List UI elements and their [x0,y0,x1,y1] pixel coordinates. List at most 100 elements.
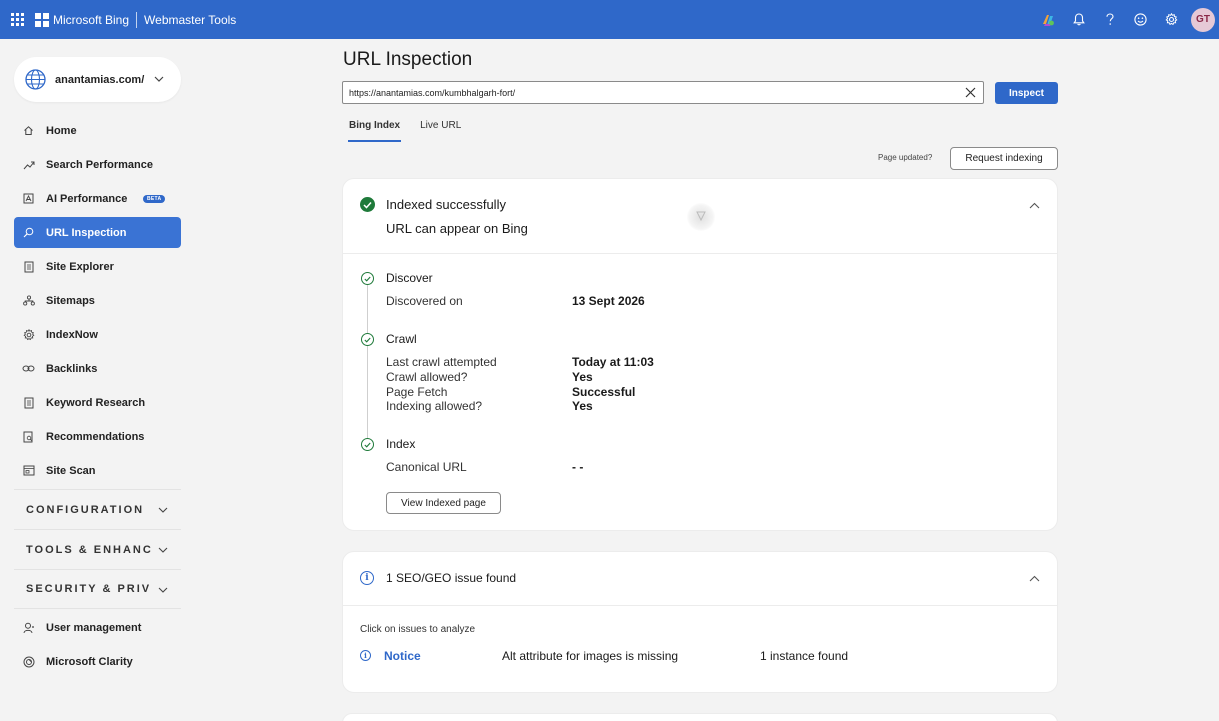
copilot-icon[interactable] [1032,0,1063,39]
sidebar-item-url-inspection[interactable]: URL Inspection [14,217,181,248]
sidebar-section-label: SECURITY & PRIV [26,583,152,595]
sidebar-item-label: Recommendations [46,430,145,443]
app-launcher-icon[interactable] [11,12,25,27]
detail-value: Successful [572,385,636,399]
detail-key: Crawl allowed? [386,370,468,384]
search-icon [22,226,35,239]
url-input[interactable]: https://anantamias.com/kumbhalgarh-fort/ [342,81,984,104]
sidebar-item-sitemaps[interactable]: Sitemaps [14,285,181,316]
brand-name[interactable]: Microsoft Bing [53,13,129,27]
issues-header: i 1 SEO/GEO issue found [360,571,516,585]
sidebar-item-label: User management [46,621,142,634]
status-title: Indexed successfully [386,197,506,212]
document-icon [22,260,35,273]
request-indexing-button[interactable]: Request indexing [950,147,1058,170]
detail-key: Indexing allowed? [386,399,483,413]
microsoft-logo-icon [35,12,49,27]
sidebar-item-keyword-research[interactable]: Keyword Research [14,387,181,418]
sidebar-item-home[interactable]: Home [14,115,181,146]
issues-note: Click on issues to analyze [360,624,476,635]
chevron-down-icon[interactable] [153,73,165,85]
bell-icon[interactable] [1063,0,1094,39]
ai-icon [22,192,35,205]
inspection-tabs: Bing Index Live URL [348,116,480,142]
view-indexed-page-button[interactable]: View Indexed page [386,492,501,514]
sidebar-section-label: CONFIGURATION [26,503,145,516]
avatar[interactable]: GT [1191,7,1215,32]
sidebar-item-site-scan[interactable]: Site Scan [14,455,181,486]
sidebar-item-indexnow[interactable]: IndexNow [14,319,181,350]
scan-icon [22,464,35,477]
status-subtitle: URL can appear on Bing [386,221,528,236]
next-card [342,713,1058,721]
sidebar-item-label: Sitemaps [46,294,95,307]
gear-icon [22,328,35,341]
user-icon [22,621,35,634]
globe-icon [25,69,46,90]
page-title: URL Inspection [343,49,473,70]
index-status-card: Indexed successfully URL can appear on B… [342,178,1058,531]
site-selector[interactable]: anantamias.com/ [14,57,181,102]
tab-bing-index[interactable]: Bing Index [348,116,402,142]
status-header: Indexed successfully [360,197,506,212]
brand-divider [136,11,138,28]
sidebar-section-configuration[interactable]: CONFIGURATION [14,489,181,529]
sidebar-item-label: Site Scan [46,464,96,477]
card-divider [343,253,1057,254]
trend-icon [22,158,35,171]
help-icon[interactable] [1094,0,1125,39]
sidebar-item-recommendations[interactable]: Recommendations [14,421,181,452]
home-icon [22,124,35,137]
sidebar-section-security[interactable]: SECURITY & PRIV [14,569,181,609]
detail-value: Today at 11:03 [572,355,654,369]
gear-icon[interactable] [1156,0,1187,39]
sidebar-section-tools[interactable]: TOOLS & ENHANC [14,529,181,569]
step-title-index: Index [386,437,416,451]
detail-key: Canonical URL [386,460,467,474]
inspect-button[interactable]: Inspect [995,82,1058,104]
sitemap-icon [22,294,35,307]
sidebar-nav: Home Search Performance AI Performance B… [14,115,181,680]
info-icon: i [360,571,374,585]
detail-key: Discovered on [386,294,463,308]
seo-issues-card: i 1 SEO/GEO issue found Click on issues … [342,551,1058,693]
chevron-up-icon[interactable] [1028,572,1041,585]
issue-level: Notice [384,649,421,663]
sidebar-item-backlinks[interactable]: Backlinks [14,353,181,384]
chevron-down-icon [158,587,168,593]
sidebar-item-label: Keyword Research [46,396,146,409]
issue-row[interactable]: i Notice Alt attribute for images is mis… [360,649,1040,665]
product-name[interactable]: Webmaster Tools [144,13,236,27]
sidebar-item-label: URL Inspection [46,226,127,239]
info-icon: i [360,650,371,661]
clarity-icon [22,655,35,668]
sidebar-item-label: AI Performance [46,192,128,205]
sidebar-section-label: TOOLS & ENHANC [26,543,153,556]
sidebar-item-ai-performance[interactable]: AI Performance BETA [14,183,181,214]
beta-badge: BETA [143,195,166,203]
issue-count: 1 instance found [760,649,849,663]
close-icon[interactable] [964,86,977,99]
detail-value: Yes [572,399,593,413]
step-connector [367,285,368,338]
check-circle-icon [360,197,375,212]
sidebar-item-label: Home [46,124,77,137]
tab-live-url[interactable]: Live URL [419,116,462,142]
sidebar-item-microsoft-clarity[interactable]: Microsoft Clarity [14,646,181,677]
detail-value: Yes [572,370,593,384]
chevron-up-icon[interactable] [1028,199,1041,212]
chevron-down-icon [158,507,168,513]
sidebar-item-search-performance[interactable]: Search Performance [14,149,181,180]
smiley-icon[interactable] [1125,0,1156,39]
detail-key: Page Fetch [386,385,448,399]
check-circle-icon [361,272,374,285]
step-connector [367,346,368,444]
sidebar-item-label: Search Performance [46,158,153,171]
sidebar-item-site-explorer[interactable]: Site Explorer [14,251,181,282]
detail-value: 13 Sept 2026 [572,294,645,308]
document-search-icon [22,430,35,443]
issue-description: Alt attribute for images is missing [502,649,679,663]
page-updated-label: Page updated? [878,153,933,162]
sidebar-item-user-management[interactable]: User management [14,612,181,643]
top-bar-actions: GT [1032,0,1215,39]
